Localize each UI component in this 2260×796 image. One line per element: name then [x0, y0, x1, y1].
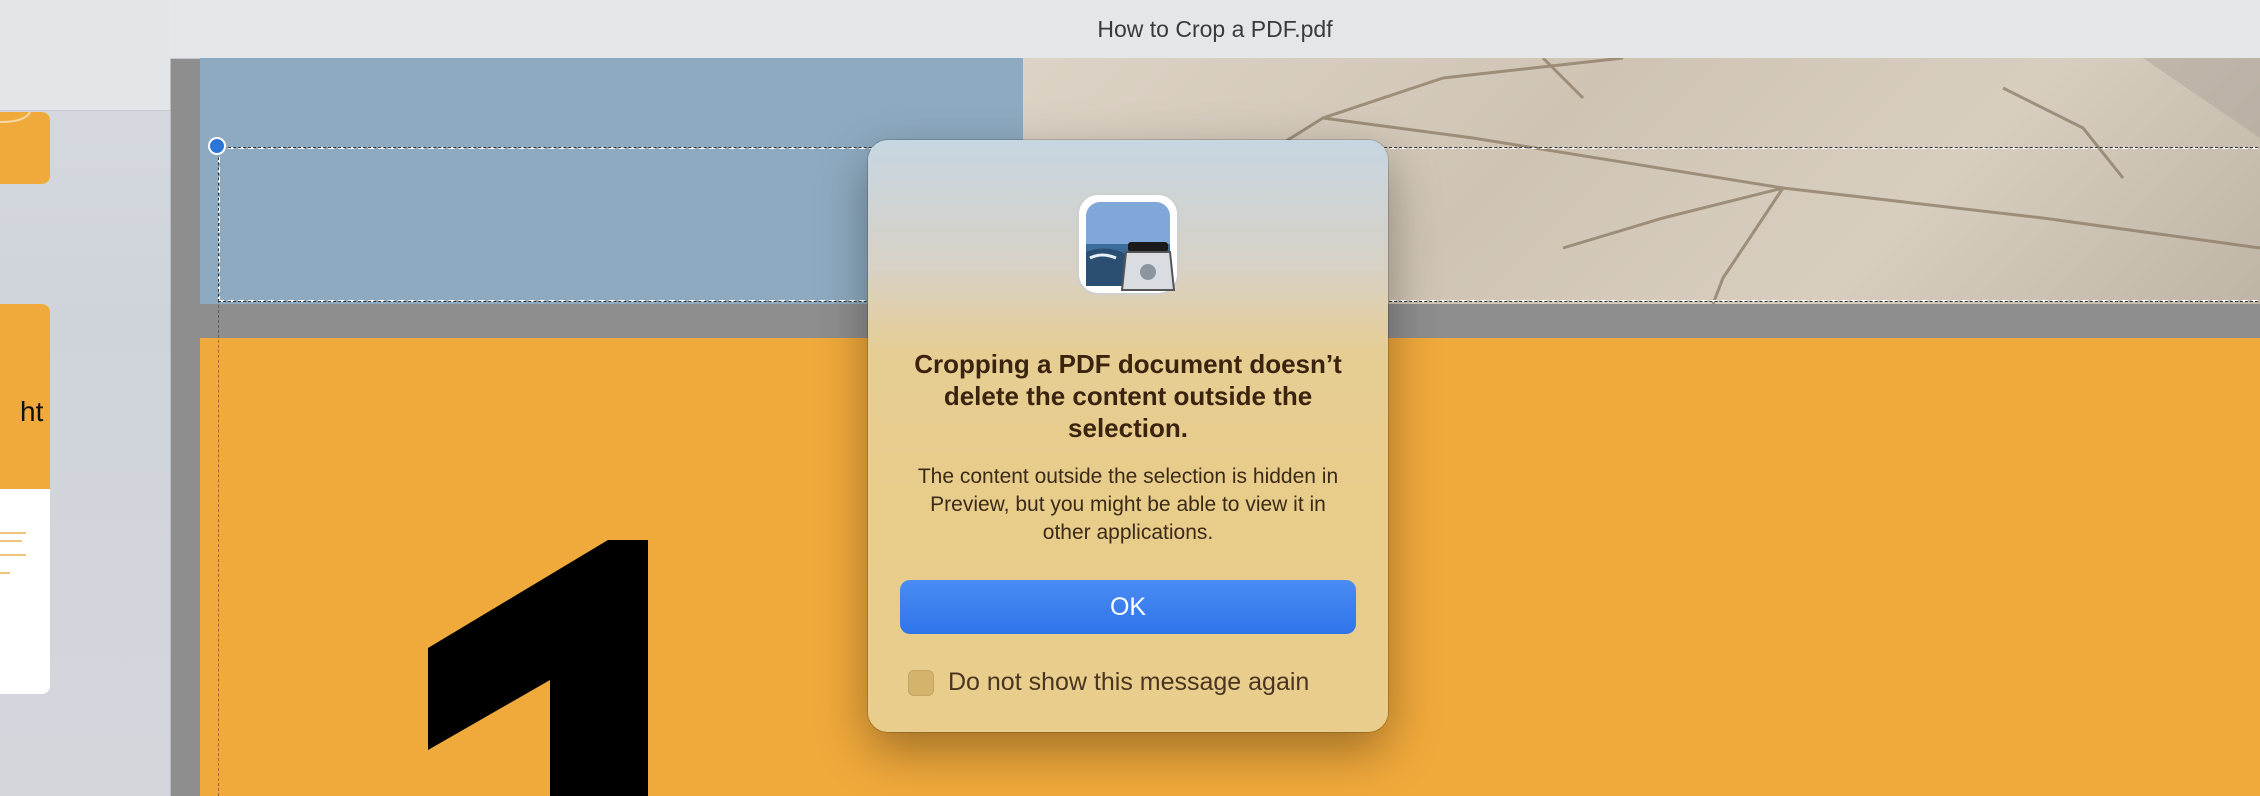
- dialog-title: Cropping a PDF document doesn’t delete t…: [914, 349, 1342, 443]
- thumbnail-text: ht: [20, 396, 44, 427]
- dont-show-again-label: Do not show this message again: [948, 668, 1310, 696]
- crop-warning-dialog: Cropping a PDF document doesn’t delete t…: [868, 140, 1388, 732]
- title-bar: How to Crop a PDF.pdf: [170, 0, 2260, 59]
- sidebar-thumbnails[interactable]: ht: [0, 0, 171, 796]
- thumbnail-arc-decoration: [0, 112, 31, 123]
- dont-show-again-checkbox[interactable]: [908, 669, 934, 696]
- thumbnail-text-line: [0, 572, 10, 574]
- dont-show-again-option[interactable]: Do not show this message again: [908, 668, 1309, 697]
- sidebar-header: [0, 0, 170, 111]
- thumbnail-text-line: [0, 540, 22, 542]
- window-title: How to Crop a PDF.pdf: [1097, 16, 1333, 42]
- selection-resize-handle[interactable]: [208, 137, 226, 155]
- ok-button[interactable]: OK: [900, 580, 1356, 634]
- selection-guide-line: [218, 300, 219, 796]
- preview-app-icon: [1077, 193, 1179, 295]
- dialog-message: The content outside the selection is hid…: [917, 465, 1339, 544]
- page-thumbnail-2[interactable]: [0, 304, 50, 694]
- page-thumbnail-1[interactable]: [0, 112, 50, 184]
- thumbnail-text-line: [0, 532, 26, 534]
- thumbnail-text-line: [0, 554, 26, 556]
- big-number-graphic: [428, 540, 648, 796]
